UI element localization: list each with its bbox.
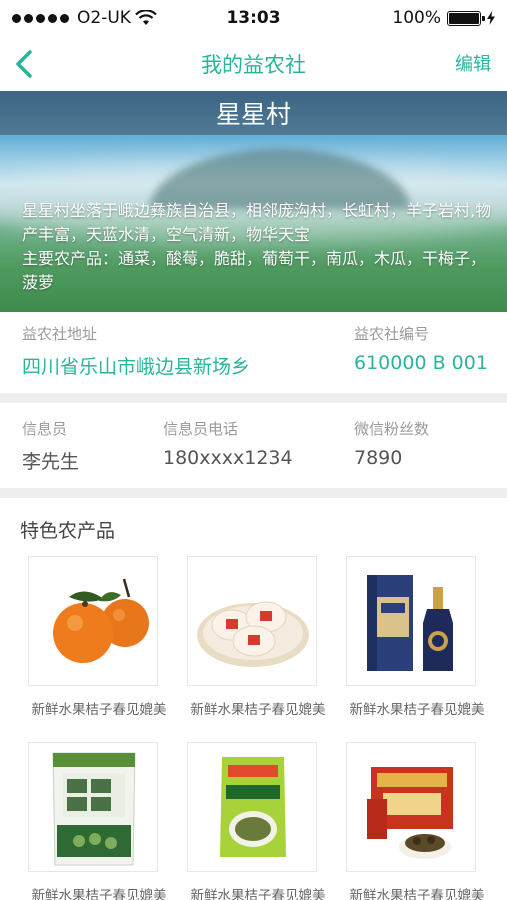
- products-title: 特色农产品: [20, 520, 116, 542]
- product-card[interactable]: 新鲜水果桔子春见媲美: [21, 556, 177, 718]
- village-name: 星星村: [215, 100, 291, 129]
- product-name: 新鲜水果桔子春见媲美: [349, 702, 485, 718]
- village-banner: 星星村 星星村坐落于峨边彝族自治县，相邻庞沟村，长虹村，羊子岩村,物产丰富，天蓝…: [0, 91, 507, 312]
- carrier-label: O2-UK: [77, 8, 131, 28]
- phone-label: 信息员电话: [163, 420, 239, 438]
- chevron-left-icon: [16, 50, 32, 78]
- charging-icon: [487, 11, 495, 25]
- product-name: 新鲜水果桔子春见媲美: [349, 888, 485, 900]
- status-left: O2-UK: [12, 8, 157, 28]
- tangerines-image: [28, 556, 158, 686]
- address-label: 益农社地址: [22, 325, 98, 343]
- nav-bar: 我的益农社 编辑: [0, 36, 507, 92]
- code-value: 610000 B 001: [354, 352, 488, 374]
- battery-percent: 100%: [392, 8, 441, 28]
- signal-dots-icon: [12, 13, 69, 23]
- page-title: 我的益农社: [201, 53, 306, 77]
- officer-value: 李先生: [22, 451, 80, 473]
- product-name: 新鲜水果桔子春见媲美: [190, 702, 326, 718]
- section-divider: [0, 393, 507, 403]
- village-title-bar: 星星村: [0, 91, 507, 135]
- fans-label: 微信粉丝数: [354, 420, 430, 438]
- product-name: 新鲜水果桔子春见媲美: [190, 888, 326, 900]
- pastries-image: [187, 556, 317, 686]
- product-name: 新鲜水果桔子春见媲美: [31, 702, 167, 718]
- officer-label: 信息员: [22, 420, 68, 438]
- phone-value[interactable]: 180xxxx1234: [163, 447, 293, 469]
- product-card[interactable]: 新鲜水果桔子春见媲美: [21, 742, 177, 900]
- product-card[interactable]: 新鲜水果桔子春见媲美: [180, 556, 336, 718]
- status-bar: O2-UK 13:03 100%: [0, 0, 507, 36]
- wifi-icon: [135, 10, 157, 25]
- code-label: 益农社编号: [354, 325, 430, 343]
- edit-button[interactable]: 编辑: [455, 50, 491, 76]
- product-name: 新鲜水果桔子春见媲美: [31, 888, 167, 900]
- fans-value: 7890: [354, 447, 403, 469]
- sichuan-pickles-pack-image: [187, 742, 317, 872]
- liquor-bottle-image: [346, 556, 476, 686]
- address-section: 益农社地址 四川省乐山市峨边县新场乡 益农社编号 610000 B 001: [0, 312, 507, 393]
- address-value: 四川省乐山市峨边县新场乡: [22, 356, 251, 378]
- product-card[interactable]: 新鲜水果桔子春见媲美: [339, 742, 495, 900]
- battery-icon: [447, 10, 485, 26]
- status-right: 100%: [392, 8, 495, 28]
- garlic-beans-bag-image: [28, 742, 158, 872]
- village-description: 星星村坐落于峨边彝族自治县，相邻庞沟村，长虹村，羊子岩村,物产丰富，天蓝水清，空…: [22, 201, 492, 244]
- contact-section: 信息员 李先生 信息员电话 180xxxx1234 微信粉丝数 7890: [0, 403, 507, 488]
- section-divider: [0, 488, 507, 498]
- back-button[interactable]: [10, 48, 40, 80]
- village-main-products: 主要农产品：通菜，酸莓，脆甜，葡萄干，南瓜，木瓜，干梅子，菠萝: [22, 249, 487, 292]
- pickled-vegetables-box-image: [346, 742, 476, 872]
- product-card[interactable]: 新鲜水果桔子春见媲美: [339, 556, 495, 718]
- village-description-block: 星星村坐落于峨边彝族自治县，相邻庞沟村，长虹村，羊子岩村,物产丰富，天蓝水清，空…: [22, 199, 492, 295]
- product-card[interactable]: 新鲜水果桔子春见媲美: [180, 742, 336, 900]
